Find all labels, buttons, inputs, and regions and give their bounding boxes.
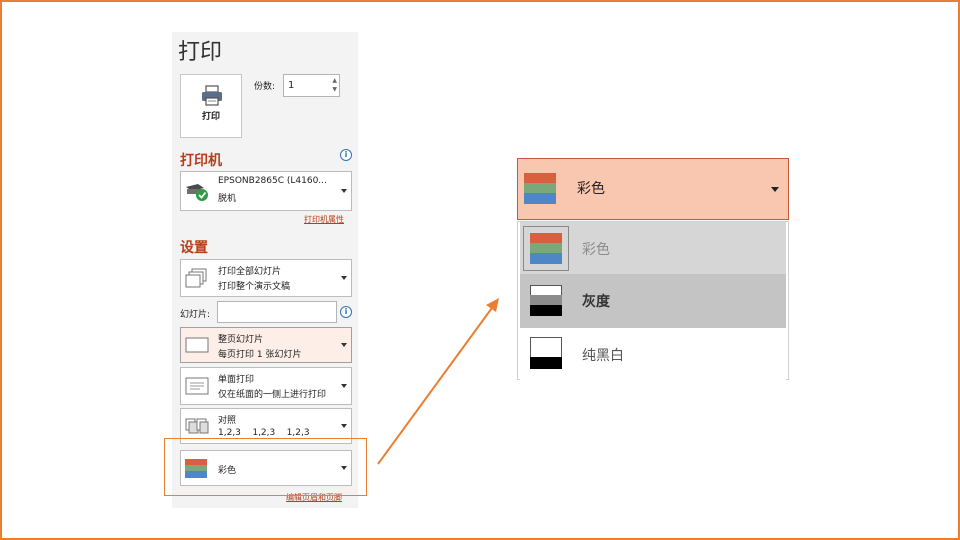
dropdown-arrow-icon bbox=[771, 187, 779, 192]
option-color-label: 彩色 bbox=[582, 242, 610, 258]
grayscale-icon bbox=[530, 285, 562, 316]
pointer-arrow bbox=[377, 298, 499, 465]
option-grayscale[interactable]: 灰度 bbox=[520, 274, 786, 328]
zoom-color-dropdown[interactable]: 彩色 bbox=[517, 158, 789, 220]
zoom-color-menu: 彩色 灰度 纯黑白 bbox=[517, 221, 789, 380]
option-black-white[interactable]: 纯黑白 bbox=[520, 328, 786, 380]
option-color[interactable]: 彩色 bbox=[520, 222, 786, 274]
zoom-selected-label: 彩色 bbox=[577, 181, 605, 197]
option-grayscale-label: 灰度 bbox=[582, 294, 610, 310]
color-icon bbox=[530, 233, 562, 264]
option-black-white-label: 纯黑白 bbox=[582, 348, 624, 364]
black-white-icon bbox=[530, 337, 562, 369]
color-icon bbox=[524, 173, 556, 204]
